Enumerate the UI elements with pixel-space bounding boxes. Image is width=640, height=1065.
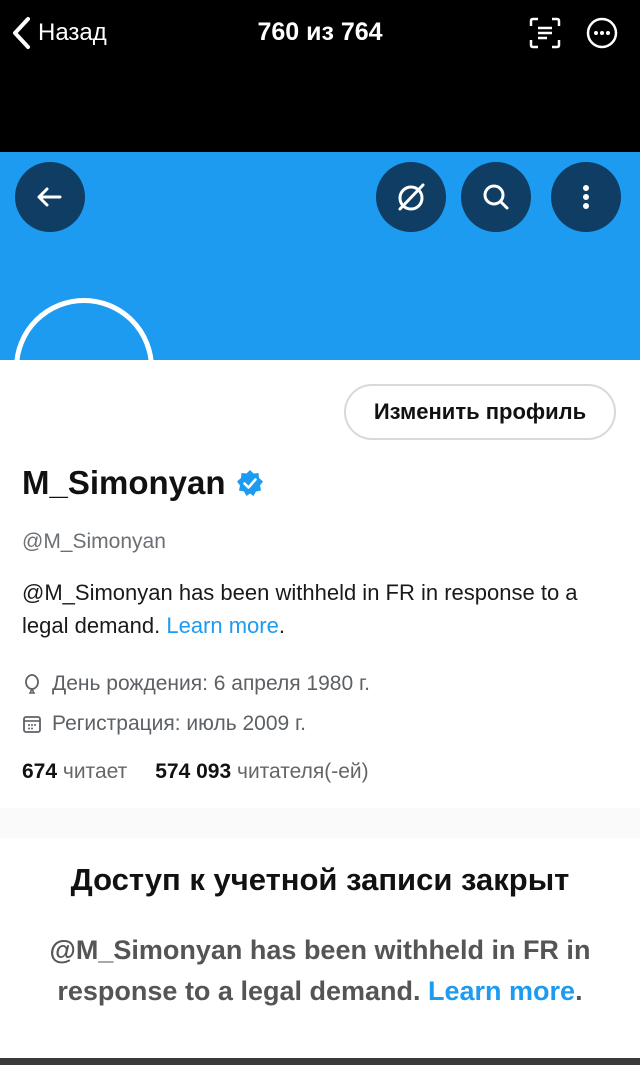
bio-text: @M_Simonyan has been withheld in FR in r… bbox=[22, 580, 578, 638]
following-link[interactable]: 674 читает bbox=[22, 760, 127, 784]
more-options-icon[interactable] bbox=[585, 16, 619, 50]
follow-stats: 674 читает 574 093 читателя(-ей) bbox=[22, 760, 369, 784]
grok-icon bbox=[398, 183, 425, 211]
following-label: читает bbox=[62, 760, 128, 783]
joined-row: Регистрация: июль 2009 г. bbox=[22, 712, 306, 736]
search-icon bbox=[483, 184, 509, 210]
bio-learn-more-link[interactable]: Learn more bbox=[166, 613, 279, 638]
vertical-dots-icon bbox=[583, 185, 589, 209]
followers-link[interactable]: 574 093 читателя(-ей) bbox=[155, 760, 368, 784]
calendar-icon bbox=[23, 716, 41, 733]
bio-period: . bbox=[278, 613, 285, 638]
screenshot-content: Изменить профиль M_Simonyan @M_Simonyan … bbox=[0, 152, 640, 1065]
withheld-learn-more-link[interactable]: Learn more bbox=[428, 976, 575, 1006]
profile-name: M_Simonyan bbox=[22, 464, 264, 502]
birthday-text: День рождения: 6 апреля 1980 г. bbox=[52, 672, 370, 695]
withheld-period: . bbox=[575, 976, 583, 1006]
profile-bio: @M_Simonyan has been withheld in FR in r… bbox=[22, 576, 622, 642]
followers-label: читателя(-ей) bbox=[237, 760, 369, 783]
viewer-top-bar: Назад 760 из 764 bbox=[0, 0, 640, 152]
birthday-row: День рождения: 6 апреля 1980 г. bbox=[22, 672, 370, 696]
profile-handle: @M_Simonyan bbox=[22, 530, 166, 553]
profile-more-button[interactable] bbox=[551, 162, 621, 232]
display-name: M_Simonyan bbox=[22, 464, 226, 501]
withheld-message: @M_Simonyan has been withheld in FR in r… bbox=[20, 930, 620, 1012]
following-count: 674 bbox=[22, 760, 58, 783]
search-button[interactable] bbox=[461, 162, 531, 232]
balloon-icon bbox=[25, 674, 39, 694]
edit-profile-button[interactable]: Изменить профиль bbox=[344, 384, 616, 440]
text-scan-icon[interactable] bbox=[528, 16, 562, 50]
profile-banner bbox=[0, 152, 640, 368]
followers-count: 574 093 bbox=[155, 760, 232, 783]
verified-badge-icon bbox=[236, 470, 263, 496]
withheld-title: Доступ к учетной записи закрыт bbox=[70, 862, 570, 897]
joined-text: Регистрация: июль 2009 г. bbox=[52, 712, 306, 735]
withheld-notice: Доступ к учетной записи закрыт @M_Simony… bbox=[0, 838, 640, 1058]
profile-section: Изменить профиль M_Simonyan @M_Simonyan … bbox=[0, 360, 640, 808]
arrow-left-icon bbox=[37, 187, 62, 207]
divider bbox=[0, 1058, 640, 1065]
grok-button[interactable] bbox=[376, 162, 446, 232]
profile-back-button[interactable] bbox=[15, 162, 85, 232]
